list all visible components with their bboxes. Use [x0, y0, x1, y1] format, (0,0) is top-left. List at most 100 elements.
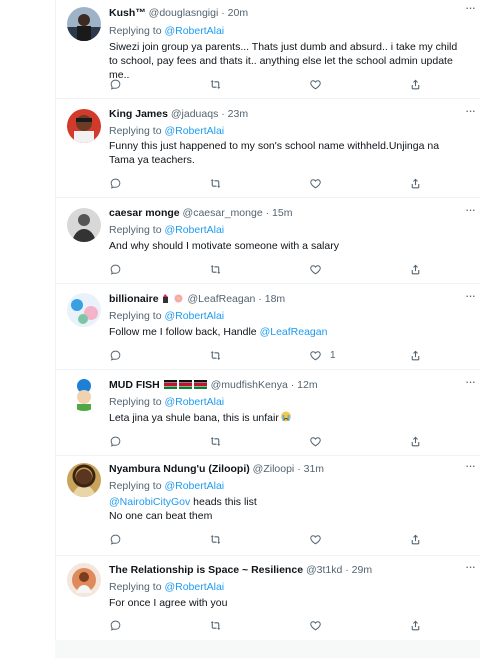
tweet-actions	[109, 617, 467, 633]
retweet-button[interactable]	[209, 261, 222, 277]
tweet-text: Follow me I follow back, Handle @LeafRea…	[109, 325, 467, 339]
tweet-actions	[109, 433, 467, 449]
tweet[interactable]: billionaire @LeafReagan · 18m ··· Replyi…	[56, 284, 480, 370]
avatar[interactable]	[67, 563, 101, 597]
avatar[interactable]	[67, 7, 101, 41]
retweet-button[interactable]	[209, 347, 222, 363]
tweet[interactable]: MUD FISH @mudfishKenya · 12m ··· Replyin…	[56, 370, 480, 456]
user-handle[interactable]: @jaduaqs	[171, 108, 218, 120]
replying-to: Replying to @RobertAlai	[109, 309, 224, 323]
more-icon[interactable]: ···	[463, 1, 477, 16]
display-name[interactable]: caesar monge	[109, 207, 180, 219]
replying-to-mention[interactable]: @RobertAlai	[164, 224, 224, 236]
share-icon	[411, 178, 420, 188]
display-name[interactable]: billionaire	[109, 293, 159, 305]
retweet-button[interactable]	[209, 531, 222, 547]
replying-to-mention[interactable]: @RobertAlai	[164, 480, 224, 492]
user-handle[interactable]: @3t1kd	[306, 564, 342, 576]
display-name[interactable]: MUD FISH	[109, 379, 160, 391]
avatar[interactable]	[67, 208, 101, 242]
replying-to-mention[interactable]: @RobertAlai	[164, 581, 224, 593]
like-button[interactable]	[309, 175, 330, 191]
reply-button[interactable]	[109, 433, 122, 449]
tweet-text-mention[interactable]: @NairobiCityGov	[109, 496, 190, 508]
retweet-button[interactable]	[209, 175, 222, 191]
user-handle[interactable]: @LeafReagan	[188, 293, 256, 305]
like-button[interactable]	[309, 76, 330, 92]
replying-to-mention[interactable]: @RobertAlai	[164, 310, 224, 322]
separator: ·	[221, 7, 225, 19]
timestamp[interactable]: 23m	[228, 108, 248, 120]
reply-button[interactable]	[109, 347, 122, 363]
more-icon[interactable]: ···	[463, 459, 477, 474]
display-name[interactable]: King James	[109, 108, 168, 120]
tweet[interactable]: King James @jaduaqs · 23m ··· Replying t…	[56, 99, 480, 198]
reply-button[interactable]	[109, 531, 122, 547]
retweet-button[interactable]	[209, 433, 222, 449]
share-button[interactable]	[409, 261, 422, 277]
reply-icon	[110, 79, 121, 90]
more-icon[interactable]: ···	[463, 289, 477, 304]
timestamp[interactable]: 18m	[265, 293, 285, 305]
share-button[interactable]	[409, 531, 422, 547]
retweet-icon	[210, 178, 221, 188]
like-button[interactable]: 1	[309, 347, 336, 363]
reply-button[interactable]	[109, 175, 122, 191]
share-button[interactable]	[409, 347, 422, 363]
user-handle[interactable]: @caesar_monge	[183, 207, 263, 219]
user-handle[interactable]: @douglasngigi	[149, 7, 219, 19]
tweet-header: Nyambura Ndung'u (Ziloopi) @Ziloopi · 31…	[109, 462, 461, 476]
tweet[interactable]: The Relationship is Space ~ Resilience @…	[56, 556, 480, 640]
timestamp[interactable]: 15m	[272, 207, 292, 219]
replying-to-mention[interactable]: @RobertAlai	[164, 25, 224, 37]
tweet-header: billionaire @LeafReagan · 18m	[109, 292, 461, 306]
like-button[interactable]	[309, 433, 330, 449]
like-icon	[310, 620, 321, 630]
reply-icon	[110, 534, 121, 545]
timestamp[interactable]: 20m	[228, 7, 248, 19]
share-button[interactable]	[409, 175, 422, 191]
replying-to-label: Replying to	[109, 396, 162, 408]
replying-to: Replying to @RobertAlai	[109, 580, 224, 594]
tweet-header: King James @jaduaqs · 23m	[109, 107, 461, 121]
tweet[interactable]: Nyambura Ndung'u (Ziloopi) @Ziloopi · 31…	[56, 456, 480, 556]
display-name[interactable]: Kush™	[109, 7, 146, 19]
retweet-button[interactable]	[209, 617, 222, 633]
reply-button[interactable]	[109, 617, 122, 633]
tweet-text-mention[interactable]: @LeafReagan	[260, 326, 328, 338]
avatar[interactable]	[67, 293, 101, 327]
user-handle[interactable]: @Ziloopi	[253, 463, 295, 475]
share-button[interactable]	[409, 617, 422, 633]
avatar[interactable]	[67, 377, 101, 411]
more-icon[interactable]: ···	[463, 560, 477, 575]
avatar[interactable]	[67, 463, 101, 497]
more-icon[interactable]: ···	[463, 375, 477, 390]
avatar[interactable]	[67, 109, 101, 143]
replying-to-mention[interactable]: @RobertAlai	[164, 125, 224, 137]
user-handle[interactable]: @mudfishKenya	[211, 379, 288, 391]
reply-button[interactable]	[109, 76, 122, 92]
timestamp[interactable]: 29m	[352, 564, 372, 576]
share-button[interactable]	[409, 76, 422, 92]
more-icon[interactable]: ···	[463, 104, 477, 119]
share-icon	[411, 350, 420, 360]
tweet-text: Funny this just happened to my son's sch…	[109, 140, 440, 166]
like-button[interactable]	[309, 261, 330, 277]
timestamp[interactable]: 31m	[304, 463, 324, 475]
replying-to: Replying to @RobertAlai	[109, 395, 224, 409]
display-name[interactable]: Nyambura Ndung'u (Ziloopi)	[109, 463, 250, 475]
tweet-text: @NairobiCityGov heads this list No one c…	[109, 495, 467, 523]
like-button[interactable]	[309, 531, 330, 547]
like-button[interactable]	[309, 617, 330, 633]
more-icon[interactable]: ···	[463, 203, 477, 218]
tweet[interactable]: caesar monge @caesar_monge · 15m ··· Rep…	[56, 198, 480, 284]
display-name[interactable]: The Relationship is Space ~ Resilience	[109, 564, 303, 576]
replying-to-mention[interactable]: @RobertAlai	[164, 396, 224, 408]
tweet[interactable]: Kush™ @douglasngigi · 20m ··· Replying t…	[56, 0, 480, 99]
separator: ·	[258, 293, 262, 305]
reply-button[interactable]	[109, 261, 122, 277]
retweet-button[interactable]	[209, 76, 222, 92]
timestamp[interactable]: 12m	[297, 379, 317, 391]
share-icon	[411, 264, 420, 274]
share-button[interactable]	[409, 433, 422, 449]
